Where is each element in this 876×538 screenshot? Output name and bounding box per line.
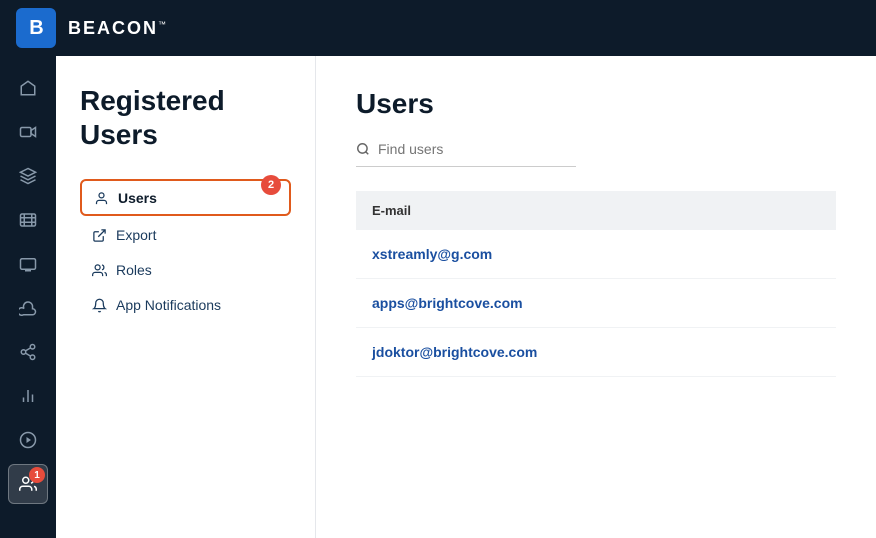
user-table: E-mail xstreamly@g.com apps@brightcove.c… [356,191,836,377]
nav-film-icon[interactable] [8,200,48,240]
table-row[interactable]: xstreamly@g.com [356,230,836,279]
sidebar-item-export-label: Export [116,227,156,243]
nav-tv-icon[interactable] [8,244,48,284]
sidebar-item-roles-label: Roles [116,262,152,278]
search-container [356,140,576,167]
brand-name: BEACON™ [68,18,168,39]
user-email-3: jdoktor@brightcove.com [356,328,836,377]
search-icon [356,140,370,158]
user-icon [92,189,110,206]
user-email-2: apps@brightcove.com [356,279,836,328]
sidebar-item-users-label: Users [118,190,157,206]
content-title: Users [356,88,836,120]
sidebar-item-export[interactable]: Export [80,218,291,251]
sidebar-item-app-notifications[interactable]: App Notifications [80,288,291,321]
table-row[interactable]: jdoktor@brightcove.com [356,328,836,377]
nav-layers-icon[interactable] [8,156,48,196]
table-row[interactable]: apps@brightcove.com [356,279,836,328]
sidebar-item-users[interactable]: Users 2 [80,179,291,216]
icon-nav: 1 [0,56,56,538]
sidebar-item-app-notifications-label: App Notifications [116,297,221,313]
logo-letter: B [29,17,42,40]
sidebar-panel: RegisteredUsers Users 2 [56,56,316,538]
nav-video-icon[interactable] [8,112,48,152]
nav-analytics-icon[interactable] [8,376,48,416]
bell-icon [90,296,108,313]
user-email-1: xstreamly@g.com [356,230,836,279]
nav-play-circle-icon[interactable] [8,420,48,460]
email-column-header: E-mail [356,191,836,230]
search-input[interactable] [378,141,576,157]
logo-box: B [16,8,56,48]
sidebar-nav: Users 2 Export [80,179,291,321]
nav-share-icon[interactable] [8,332,48,372]
main-layout: 1 RegisteredUsers Users 2 [0,56,876,538]
users-nav-badge: 2 [261,175,281,195]
nav-cloud-icon[interactable] [8,288,48,328]
topbar: B BEACON™ [0,0,876,56]
roles-icon [90,261,108,278]
sidebar-item-roles[interactable]: Roles [80,253,291,286]
export-icon [90,226,108,243]
main-content: Users E-mail xstreamly@g.com [316,56,876,538]
sidebar-title: RegisteredUsers [80,84,291,151]
nav-registered-users-icon[interactable]: 1 [8,464,48,504]
registered-users-badge: 1 [29,467,45,483]
nav-home-icon[interactable] [8,68,48,108]
